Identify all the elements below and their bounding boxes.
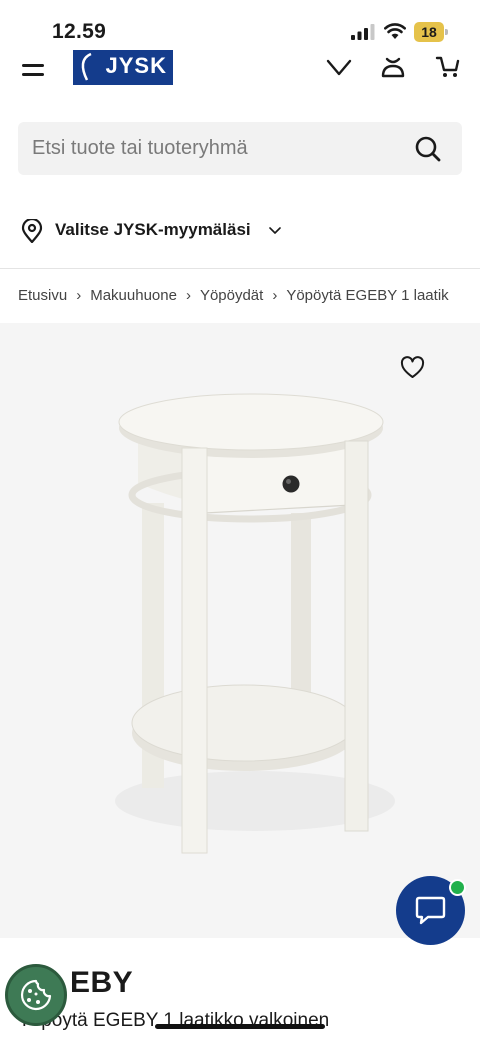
wifi-icon [384, 23, 406, 39]
menu-icon [22, 64, 44, 67]
cookie-settings-button[interactable] [5, 964, 67, 1026]
breadcrumb-current-product: Yöpöytä EGEBY 1 laatik [286, 286, 449, 304]
menu-button[interactable] [20, 56, 46, 80]
online-status-dot [449, 879, 466, 896]
store-selector[interactable]: Valitse JYSK-myymäläsi [18, 208, 318, 252]
search-input[interactable] [32, 122, 402, 175]
account-icon[interactable] [379, 52, 407, 80]
product-image [115, 393, 395, 854]
cookie-icon [20, 979, 52, 1011]
status-bar: 12.59 18 [0, 0, 480, 50]
cart-icon[interactable] [434, 52, 462, 80]
status-time: 12.59 [52, 20, 107, 43]
store-selector-label: Valitse JYSK-myymäläsi [55, 220, 251, 239]
home-indicator [155, 1024, 325, 1029]
breadcrumb-separator: › [76, 286, 82, 304]
breadcrumb-bedroom[interactable]: Makuuhuone [90, 287, 177, 304]
breadcrumb-nightstands[interactable]: Yöpöydät [200, 287, 263, 304]
search-bar [18, 122, 462, 175]
breadcrumb: Etusivu › Makuuhuone › Yöpöydät › Yöpöytä EGEB… [18, 286, 462, 308]
breadcrumb-separator: › [185, 286, 191, 304]
chat-bubble-icon [415, 896, 446, 925]
logo-swoosh-icon [81, 52, 92, 81]
heart-icon[interactable] [325, 52, 353, 80]
chevron-down-icon [269, 227, 281, 234]
jysk-logo[interactable]: JYSK [73, 50, 173, 85]
product-image-area[interactable] [0, 323, 480, 938]
search-icon[interactable] [414, 135, 442, 163]
breadcrumb-home[interactable]: Etusivu [18, 287, 67, 304]
product-title-text: EBY [70, 966, 134, 999]
battery-icon: 18 [414, 22, 448, 42]
location-pin-icon [21, 219, 43, 243]
breadcrumb-separator: › [272, 286, 278, 304]
cellular-signal-icon [351, 24, 375, 40]
header-divider [0, 268, 480, 269]
logo-text: JYSK [105, 53, 167, 78]
battery-level: 18 [414, 22, 444, 42]
favorite-heart-icon[interactable] [400, 356, 425, 380]
site-header: JYSK [0, 50, 480, 96]
